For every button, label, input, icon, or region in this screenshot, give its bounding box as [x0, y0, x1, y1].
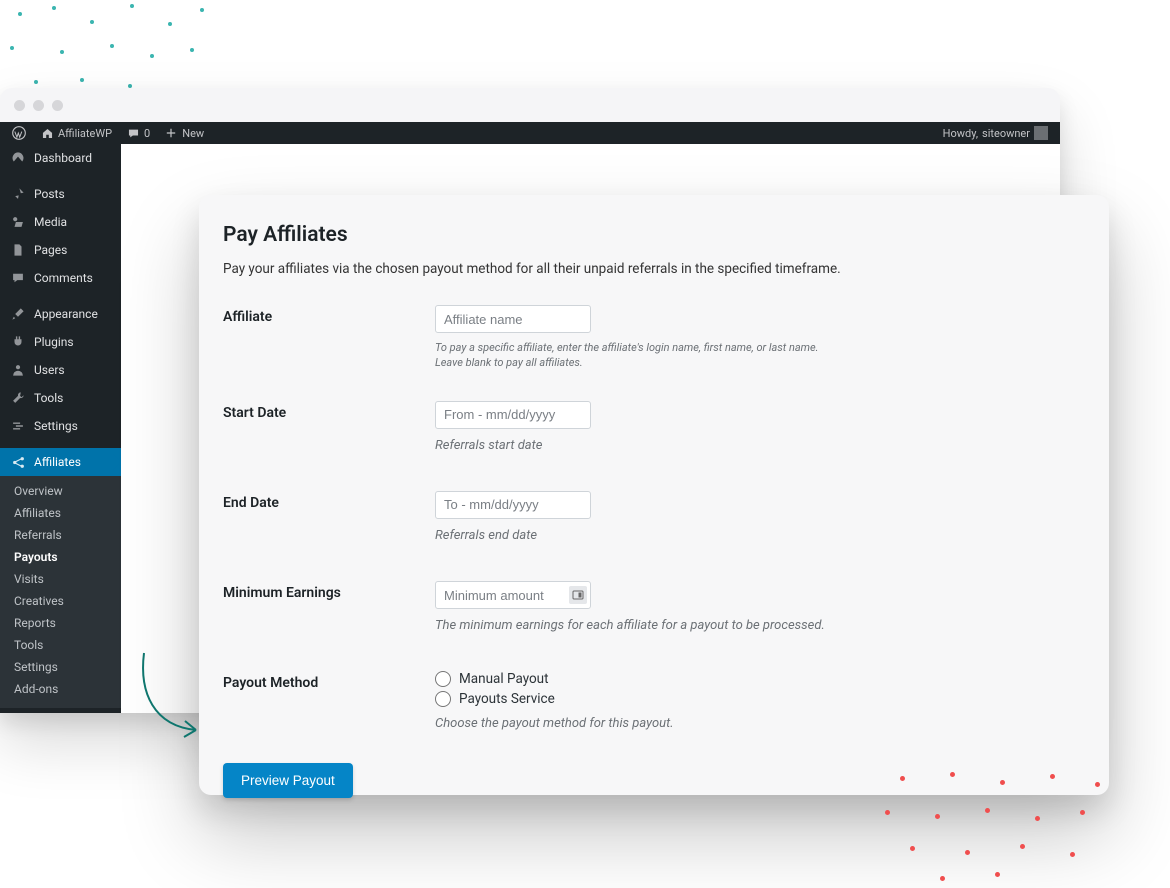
- start-date-label: Start Date: [223, 401, 435, 421]
- sidebar-item-label: Plugins: [34, 335, 74, 349]
- sidebar-item-label: Pages: [34, 243, 67, 257]
- affiliates-icon: [10, 454, 26, 470]
- payout-method-service-label[interactable]: Payouts Service: [459, 691, 555, 707]
- sidebar-item-label: Affiliates: [34, 455, 81, 469]
- window-minimize-icon: [33, 100, 44, 111]
- sidebar-item-pages[interactable]: Pages: [0, 236, 121, 264]
- sidebar-item-comments[interactable]: Comments: [0, 264, 121, 292]
- sidebar-item-media[interactable]: Media: [0, 208, 121, 236]
- wp-admin-bar: AffiliateWP 0 New Howdy, siteowner: [0, 122, 1060, 144]
- sidebar-item-label: Media: [34, 215, 67, 229]
- comment-icon: [126, 126, 140, 140]
- submenu-overview[interactable]: Overview: [0, 480, 121, 502]
- sidebar-item-label: Comments: [34, 271, 93, 285]
- sidebar-item-affiliates[interactable]: Affiliates: [0, 448, 121, 476]
- sidebar-item-plugins[interactable]: Plugins: [0, 328, 121, 356]
- page-description: Pay your affiliates via the chosen payou…: [223, 261, 1085, 277]
- end-date-help: Referrals end date: [435, 527, 1085, 545]
- avatar-icon: [1034, 126, 1048, 140]
- plus-icon: [164, 126, 178, 140]
- sidebar-item-posts[interactable]: Posts: [0, 180, 121, 208]
- page-icon: [10, 242, 26, 258]
- submenu-affiliates[interactable]: Affiliates: [0, 502, 121, 524]
- plug-icon: [10, 334, 26, 350]
- submenu-settings[interactable]: Settings: [0, 656, 121, 678]
- payout-method-service-radio[interactable]: [435, 691, 451, 707]
- sidebar-item-settings[interactable]: Settings: [0, 412, 121, 440]
- end-date-input[interactable]: [435, 491, 591, 519]
- field-row-minimum-earnings: Minimum Earnings The minimum earnings fo…: [223, 581, 1085, 635]
- user-icon: [10, 362, 26, 378]
- pin-icon: [10, 186, 26, 202]
- affiliate-help: To pay a specific affiliate, enter the a…: [435, 341, 1085, 371]
- sidebar-item-users[interactable]: Users: [0, 356, 121, 384]
- sliders-icon: [10, 418, 26, 434]
- dashboard-icon: [10, 150, 26, 166]
- submenu-visits[interactable]: Visits: [0, 568, 121, 590]
- payout-method-manual-label[interactable]: Manual Payout: [459, 671, 549, 687]
- end-date-label: End Date: [223, 491, 435, 511]
- sidebar-item-label: Settings: [34, 419, 78, 433]
- submenu-payouts[interactable]: Payouts: [0, 546, 121, 568]
- start-date-help: Referrals start date: [435, 437, 1085, 455]
- decorative-teal-dots: [0, 0, 220, 100]
- comment-icon: [10, 270, 26, 286]
- affiliate-label: Affiliate: [223, 305, 435, 325]
- brush-icon: [10, 306, 26, 322]
- sidebar-item-label: Posts: [34, 187, 65, 201]
- field-row-payout-method: Payout Method Manual Payout Payouts Serv…: [223, 671, 1085, 733]
- sidebar-item-label: Tools: [34, 391, 63, 405]
- submenu-tools[interactable]: Tools: [0, 634, 121, 656]
- username: siteowner: [982, 127, 1030, 140]
- number-stepper-icon[interactable]: [569, 586, 587, 604]
- window-zoom-icon: [52, 100, 63, 111]
- new-label: New: [182, 127, 204, 140]
- home-icon: [40, 126, 54, 140]
- comments-count: 0: [144, 127, 150, 140]
- sidebar-item-label: Users: [34, 363, 65, 377]
- submenu-reports[interactable]: Reports: [0, 612, 121, 634]
- wp-sidebar: Dashboard Posts Media Pages Comments App…: [0, 144, 121, 713]
- comments-link[interactable]: 0: [122, 126, 154, 140]
- submenu-creatives[interactable]: Creatives: [0, 590, 121, 612]
- media-icon: [10, 214, 26, 230]
- site-name-label: AffiliateWP: [58, 127, 112, 140]
- submenu-referrals[interactable]: Referrals: [0, 524, 121, 546]
- new-content-link[interactable]: New: [160, 126, 208, 140]
- collapse-menu-button[interactable]: Collapse menu: [0, 708, 121, 713]
- browser-titlebar: [0, 88, 1060, 122]
- payout-method-label: Payout Method: [223, 671, 435, 691]
- pay-affiliates-card: Pay Affiliates Pay your affiliates via t…: [199, 195, 1109, 795]
- page-title: Pay Affiliates: [223, 223, 1085, 247]
- payout-method-help: Choose the payout method for this payout…: [435, 715, 1085, 733]
- window-close-icon: [14, 100, 25, 111]
- sidebar-item-dashboard[interactable]: Dashboard: [0, 144, 121, 172]
- payout-method-manual-radio[interactable]: [435, 671, 451, 687]
- minimum-earnings-help: The minimum earnings for each affiliate …: [435, 617, 1085, 635]
- minimum-earnings-label: Minimum Earnings: [223, 581, 435, 601]
- sidebar-item-tools[interactable]: Tools: [0, 384, 121, 412]
- site-name-link[interactable]: AffiliateWP: [36, 126, 116, 140]
- sidebar-item-label: Dashboard: [34, 151, 92, 165]
- preview-payout-button[interactable]: Preview Payout: [223, 763, 353, 798]
- wordpress-icon: [12, 126, 26, 140]
- sidebar-item-appearance[interactable]: Appearance: [0, 300, 121, 328]
- wrench-icon: [10, 390, 26, 406]
- sidebar-item-label: Appearance: [34, 307, 98, 321]
- affiliate-input[interactable]: [435, 305, 591, 333]
- howdy-prefix: Howdy,: [943, 127, 978, 140]
- field-row-start-date: Start Date Referrals start date: [223, 401, 1085, 455]
- minimum-earnings-input[interactable]: [435, 581, 591, 609]
- field-row-affiliate: Affiliate To pay a specific affiliate, e…: [223, 305, 1085, 371]
- start-date-input[interactable]: [435, 401, 591, 429]
- wp-logo-menu[interactable]: [8, 126, 30, 140]
- affiliates-submenu: Overview Affiliates Referrals Payouts Vi…: [0, 476, 121, 708]
- account-menu[interactable]: Howdy, siteowner: [939, 126, 1052, 140]
- field-row-end-date: End Date Referrals end date: [223, 491, 1085, 545]
- submenu-addons[interactable]: Add-ons: [0, 678, 121, 700]
